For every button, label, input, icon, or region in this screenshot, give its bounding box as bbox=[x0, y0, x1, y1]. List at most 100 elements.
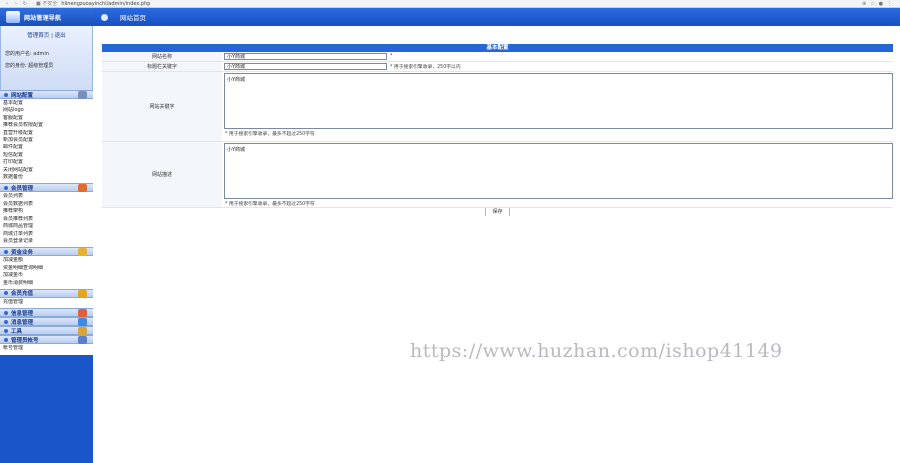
back-icon[interactable]: ‹ bbox=[4, 1, 10, 7]
sidebar-item[interactable]: 打印配置 bbox=[3, 159, 90, 166]
sidebar-item[interactable]: 数据备份 bbox=[3, 174, 90, 181]
section-bullet-icon bbox=[4, 249, 8, 254]
sidebar-item[interactable]: 短信配置 bbox=[3, 152, 90, 159]
home-icon[interactable] bbox=[101, 13, 108, 21]
menu-section: 消息管理 bbox=[0, 317, 93, 327]
address-bar[interactable]: hlinengzuoayinchi/admin/index.php bbox=[61, 1, 150, 7]
browser-action-icon[interactable]: ● bbox=[879, 1, 883, 7]
menu-section-header[interactable]: 会员充值 bbox=[0, 288, 93, 298]
menu-section: 网站配置 基本配置 网站logo 客服配置 推荐会员权限配置 直营升级配置 新加会员配置 邮件… bbox=[0, 90, 93, 184]
description-row: 网站描述 小Y商城 * 用于搜索引擎收录，最多不超过250字符 bbox=[102, 142, 893, 208]
section-bullet-icon bbox=[4, 185, 8, 190]
menu-section-header[interactable]: 工具 bbox=[0, 326, 93, 336]
menu-section-title: 会员管理 bbox=[11, 185, 34, 192]
sidebar-item[interactable]: 基本配置 bbox=[3, 100, 90, 107]
logout-link[interactable]: 退出 bbox=[55, 33, 66, 39]
page-title: 网站首页 bbox=[120, 14, 146, 22]
logo-icon bbox=[6, 11, 20, 23]
watermark-text: https://www.huzhan.com/ishop41149 bbox=[410, 340, 783, 362]
site-name-row: 网站名称 * bbox=[102, 52, 893, 62]
menu-section-header[interactable]: 管理员帐号 bbox=[0, 335, 93, 345]
sidebar-item[interactable]: 商城订单列表 bbox=[3, 231, 90, 238]
forward-icon[interactable]: › bbox=[13, 1, 19, 7]
description-label: 网站描述 bbox=[102, 142, 222, 207]
menu-section-header[interactable]: 信息管理 bbox=[0, 308, 93, 318]
section-bullet-icon bbox=[4, 319, 8, 324]
page-title-input[interactable] bbox=[224, 63, 387, 70]
menu-section-title: 网站配置 bbox=[11, 92, 34, 99]
sidebar-item[interactable]: 金币消费明细 bbox=[3, 280, 90, 287]
section-bullet-icon bbox=[4, 337, 8, 342]
section-icon bbox=[78, 327, 87, 336]
sidebar-item[interactable]: 邮件配置 bbox=[3, 144, 90, 151]
menu-section-header[interactable]: 网站配置 bbox=[0, 90, 93, 99]
description-hint: * 用于搜索引擎收录，最多不超过250字符 bbox=[225, 202, 315, 207]
user-box: 管理首页 | 退出 您的用户名: admin 您的身份: 超级管理员 bbox=[0, 26, 93, 90]
section-icon bbox=[78, 309, 87, 318]
section-icon bbox=[78, 248, 87, 257]
keywords-textarea[interactable]: 小Y商城 bbox=[224, 73, 893, 129]
manage-home-link[interactable]: 管理首页 bbox=[27, 33, 49, 39]
top-header: 网站首页 bbox=[93, 8, 900, 26]
page-title-hint: * 用于搜索引擎收录，250字以内 bbox=[390, 65, 461, 70]
sidebar-item[interactable]: 会员登录记录 bbox=[3, 238, 90, 245]
sidebar-item[interactable]: 关闭网站配置 bbox=[3, 167, 90, 174]
site-name-label: 网站名称 bbox=[102, 52, 222, 61]
menu-section-header[interactable]: 资金业务 bbox=[0, 247, 93, 257]
sidebar-item[interactable]: 推荐架构 bbox=[3, 208, 90, 215]
sidebar-item[interactable]: 直营升级配置 bbox=[3, 130, 90, 137]
browser-action-icon[interactable]: ⋮ bbox=[887, 1, 892, 7]
save-button[interactable]: 保存 bbox=[485, 208, 510, 216]
sidebar-item[interactable]: 加减金额 bbox=[3, 257, 90, 264]
menu-section-title: 工具 bbox=[11, 328, 23, 335]
sidebar-item[interactable]: 商城商品管理 bbox=[3, 223, 90, 230]
config-form: 基本配置 网站名称 * 标题栏关键字 * 用于搜索引擎收录，250字以内 网站关… bbox=[102, 44, 893, 217]
logo: 网站管理导航 bbox=[0, 8, 93, 26]
description-textarea[interactable]: 小Y商城 bbox=[224, 143, 893, 199]
reload-icon[interactable]: ↻ bbox=[22, 1, 28, 7]
menu-section-header[interactable]: 会员管理 bbox=[0, 183, 93, 193]
section-bullet-icon bbox=[4, 291, 8, 296]
menu-section-header[interactable]: 消息管理 bbox=[0, 317, 93, 327]
menu-section: 资金业务 加减金额 资金明细查询明细 加减金币 金币消费明细 bbox=[0, 247, 93, 289]
sidebar-item[interactable]: 客服配置 bbox=[3, 115, 90, 122]
section-icon bbox=[78, 289, 87, 298]
page-title-label: 标题栏关键字 bbox=[102, 62, 222, 71]
keywords-row: 网站关键字 小Y商城 * 用于搜索引擎收录，最多不超过250字符 bbox=[102, 72, 893, 142]
username-text: 您的用户名: admin bbox=[5, 51, 49, 57]
keywords-label: 网站关键字 bbox=[102, 72, 222, 141]
sidebar-item[interactable]: 会员数据列表 bbox=[3, 201, 90, 208]
menu-section-title: 管理员帐号 bbox=[11, 337, 39, 344]
menu-section-title: 信息管理 bbox=[11, 310, 34, 317]
logo-text: 网站管理导航 bbox=[24, 14, 62, 22]
sidebar-item[interactable]: 帐号管理 bbox=[3, 345, 90, 352]
user-links: 管理首页 | 退出 bbox=[5, 31, 88, 39]
menu-section: 管理员帐号 帐号管理 bbox=[0, 335, 93, 355]
sidebar-item[interactable]: 加减金币 bbox=[3, 272, 90, 279]
site-name-input[interactable] bbox=[224, 53, 387, 60]
browser-actions: ⊕ ☆ ● ⋮ bbox=[862, 1, 892, 7]
browser-toolbar: ‹ › ↻ ■ 不安全 hlinengzuoayinchi/admin/inde… bbox=[0, 0, 900, 8]
sidebar-item[interactable]: 新加会员配置 bbox=[3, 137, 90, 144]
browser-action-icon[interactable]: ☆ bbox=[870, 1, 874, 7]
sidebar-item[interactable]: 网站logo bbox=[3, 107, 90, 114]
security-indicator: ■ 不安全 bbox=[36, 1, 58, 7]
menu-section: 会员管理 会员列表 会员数据列表 推荐架构 会员推荐列表 商城商品管理 商城订单列表 会员登录… bbox=[0, 183, 93, 248]
sidebar-item[interactable]: 会员推荐列表 bbox=[3, 216, 90, 223]
menu-section-title: 资金业务 bbox=[11, 249, 34, 256]
page-title-row: 标题栏关键字 * 用于搜索引擎收录，250字以内 bbox=[102, 62, 893, 72]
form-section-title: 基本配置 bbox=[102, 44, 893, 52]
section-icon bbox=[78, 184, 87, 193]
section-bullet-icon bbox=[4, 92, 8, 97]
sidebar-item[interactable]: 充值管理 bbox=[3, 299, 90, 306]
sidebar-item[interactable]: 推荐会员权限配置 bbox=[3, 122, 90, 129]
browser-action-icon[interactable]: ⊕ bbox=[862, 1, 866, 7]
sidebar-menu: 网站配置 基本配置 网站logo 客服配置 推荐会员权限配置 直营升级配置 新加会员配置 邮件… bbox=[0, 90, 93, 355]
sidebar-item[interactable]: 资金明细查询明细 bbox=[3, 265, 90, 272]
sidebar-item[interactable]: 会员列表 bbox=[3, 193, 90, 200]
menu-section: 信息管理 bbox=[0, 308, 93, 318]
menu-section-title: 会员充值 bbox=[11, 291, 34, 298]
browser-nav: ‹ › ↻ bbox=[4, 1, 28, 7]
section-icon bbox=[78, 336, 87, 345]
menu-section: 工具 bbox=[0, 326, 93, 336]
